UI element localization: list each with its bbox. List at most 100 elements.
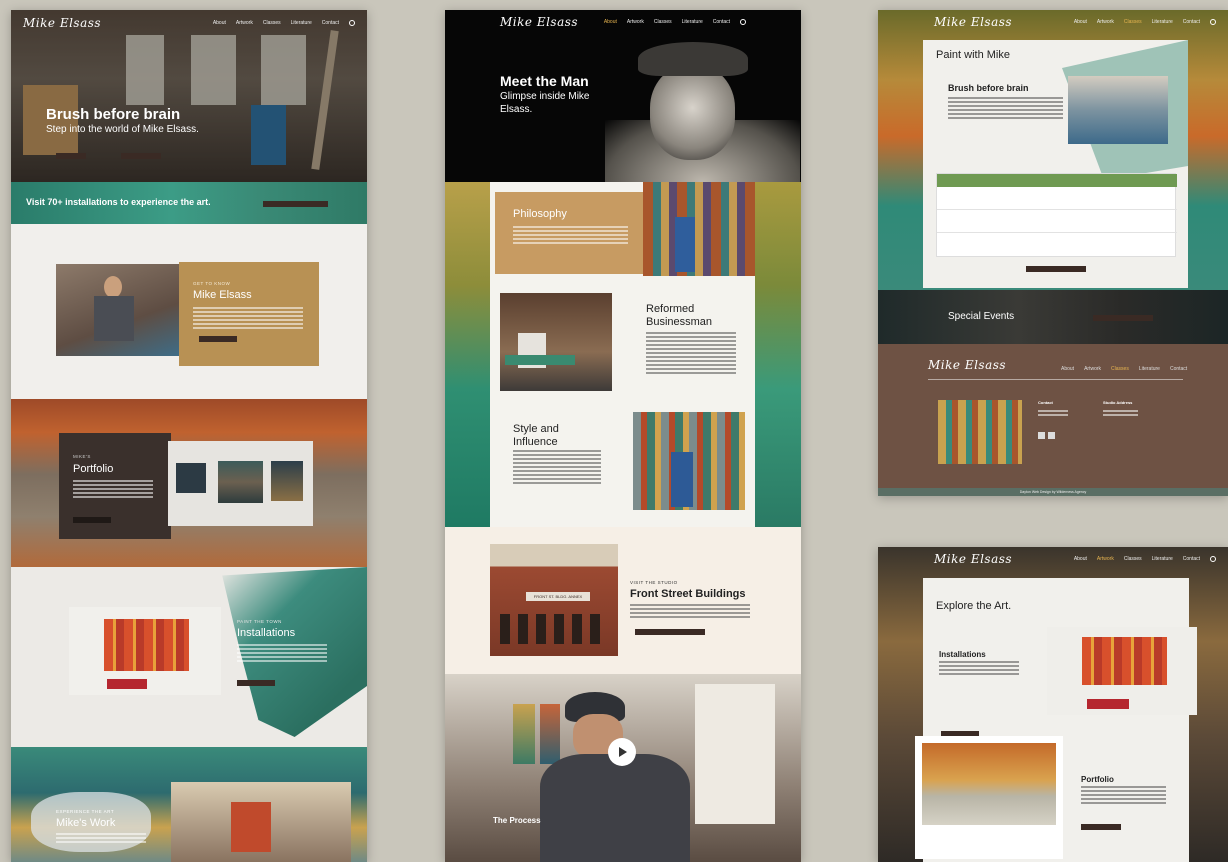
contact-mike-button[interactable] — [1026, 266, 1086, 272]
center-hero-subtitle: Glimpse inside Mike Elsass. — [500, 91, 590, 115]
artist-figure-2 — [671, 452, 693, 507]
card-title: Brush before brain — [948, 83, 1029, 93]
nav-artwork[interactable]: Artwork — [236, 20, 253, 26]
nav-literature[interactable]: Literature — [291, 20, 312, 26]
video-canvas-2 — [540, 704, 560, 764]
table-header — [937, 174, 1177, 187]
explore-red-bench — [1087, 699, 1129, 709]
about-text — [193, 307, 303, 331]
search-icon[interactable] — [349, 20, 355, 26]
footer-logo[interactable]: Mike Elsass — [928, 358, 1006, 372]
nav-artwork[interactable]: Artwork — [1097, 19, 1114, 25]
right-bottom-navbar: Mike Elsass About Artwork Classes Litera… — [878, 547, 1228, 571]
installations-button[interactable] — [237, 680, 275, 686]
special-events-button[interactable] — [1093, 315, 1153, 321]
work-text — [56, 833, 146, 845]
about-card: GET TO KNOW Mike Elsass — [179, 262, 319, 366]
about-button[interactable] — [199, 336, 237, 342]
portfolio-button[interactable] — [73, 517, 111, 523]
banner-text: Visit 70+ installations to experience th… — [26, 197, 211, 207]
explore-installations-text — [939, 661, 1019, 677]
reformed-title: Reformed Businessman — [646, 303, 713, 328]
footer-credit[interactable]: Dayton Web Design by Wilderness Agency — [1020, 490, 1086, 494]
center-texture-left — [445, 182, 490, 527]
site-logo[interactable]: Mike Elsass — [500, 15, 578, 29]
studio-bench — [505, 355, 575, 365]
nav-literature[interactable]: Literature — [682, 19, 703, 25]
instagram-icon[interactable] — [1048, 432, 1055, 439]
left-hero-button-1[interactable] — [56, 153, 86, 159]
reformed-photo — [500, 293, 612, 391]
video-artist-body — [540, 754, 690, 862]
center-texture-right — [755, 182, 801, 527]
footer-nav-artwork[interactable]: Artwork — [1084, 366, 1101, 372]
installation-photo — [69, 607, 221, 695]
nav-about[interactable]: About — [604, 19, 617, 25]
left-hero-title: Brush before brain — [46, 106, 181, 123]
nav-contact[interactable]: Contact — [713, 19, 730, 25]
work-canvas — [231, 802, 271, 852]
nav-classes[interactable]: Classes — [1124, 19, 1142, 25]
footer-nav: About Artwork Classes Literature Contact — [1061, 366, 1187, 372]
work-eyebrow: EXPERIENCE THE ART — [56, 809, 115, 814]
footer-divider — [928, 379, 1183, 380]
portfolio-section: MIKE'S Portfolio — [11, 399, 367, 567]
artist-body — [94, 296, 134, 341]
footer-contact-label: Contact — [1038, 400, 1053, 405]
right-top-page-mockup: Mike Elsass About Artwork Classes Litera… — [878, 10, 1228, 496]
painting-1 — [176, 463, 206, 493]
right-footer: Mike Elsass About Artwork Classes Litera… — [878, 344, 1228, 496]
nav-about[interactable]: About — [213, 20, 226, 26]
nav-about[interactable]: About — [1074, 19, 1087, 25]
nav-literature[interactable]: Literature — [1152, 556, 1173, 562]
portfolio-title: Portfolio — [73, 463, 114, 475]
footer-contact-text — [1038, 410, 1068, 418]
nav-contact[interactable]: Contact — [1183, 556, 1200, 562]
center-page-mockup: Mike Elsass About Artwork Classes Litera… — [445, 10, 801, 862]
search-icon[interactable] — [740, 19, 746, 25]
footer-nav-literature[interactable]: Literature — [1139, 366, 1160, 372]
play-button-icon[interactable] — [608, 738, 636, 766]
left-hero-subtitle: Step into the world of Mike Elsass. — [46, 124, 199, 135]
style-title: Style and Influence — [513, 423, 559, 448]
footer-nav-contact[interactable]: Contact — [1170, 366, 1187, 372]
table-row — [937, 233, 1177, 257]
video-canvas-1 — [513, 704, 535, 764]
nav-classes[interactable]: Classes — [263, 20, 281, 26]
center-navbar: Mike Elsass About Artwork Classes Litera… — [445, 10, 801, 34]
search-icon[interactable] — [1210, 556, 1216, 562]
card-text — [948, 97, 1063, 121]
portfolio-text — [73, 480, 153, 500]
nav-contact[interactable]: Contact — [1183, 19, 1200, 25]
site-logo[interactable]: Mike Elsass — [23, 16, 101, 30]
footer-photo — [938, 400, 1022, 464]
left-hero-button-2[interactable] — [121, 153, 161, 159]
left-navbar: Mike Elsass About Artwork Classes Litera… — [11, 10, 367, 36]
studio-button[interactable] — [635, 629, 705, 635]
portfolio-eyebrow: MIKE'S — [73, 454, 91, 459]
gallery-photo — [168, 441, 313, 526]
philosophy-title: Philosophy — [513, 208, 567, 220]
banner-button[interactable] — [263, 201, 328, 207]
nav-classes[interactable]: Classes — [1124, 556, 1142, 562]
nav-literature[interactable]: Literature — [1152, 19, 1173, 25]
nav-classes[interactable]: Classes — [654, 19, 672, 25]
footer-nav-classes[interactable]: Classes — [1111, 366, 1129, 372]
explore-installation-artwork — [1082, 637, 1167, 685]
nav-artwork[interactable]: Artwork — [627, 19, 644, 25]
installations-eyebrow: PAINT THE TOWN — [237, 619, 282, 624]
footer-nav-about[interactable]: About — [1061, 366, 1074, 372]
painting-2 — [218, 461, 263, 503]
center-hero — [445, 10, 801, 182]
left-page-mockup: Mike Elsass About Artwork Classes Litera… — [11, 10, 367, 862]
facebook-icon[interactable] — [1038, 432, 1045, 439]
nav-contact[interactable]: Contact — [322, 20, 339, 26]
building-photo: FRONT ST. BLDG. ANNEX — [490, 544, 618, 656]
nav-about[interactable]: About — [1074, 556, 1087, 562]
site-logo[interactable]: Mike Elsass — [934, 552, 1012, 566]
explore-portfolio-button[interactable] — [1081, 824, 1121, 830]
site-logo[interactable]: Mike Elsass — [934, 15, 1012, 29]
nav-artwork[interactable]: Artwork — [1097, 556, 1114, 562]
process-video[interactable]: The Process — [445, 674, 801, 862]
search-icon[interactable] — [1210, 19, 1216, 25]
